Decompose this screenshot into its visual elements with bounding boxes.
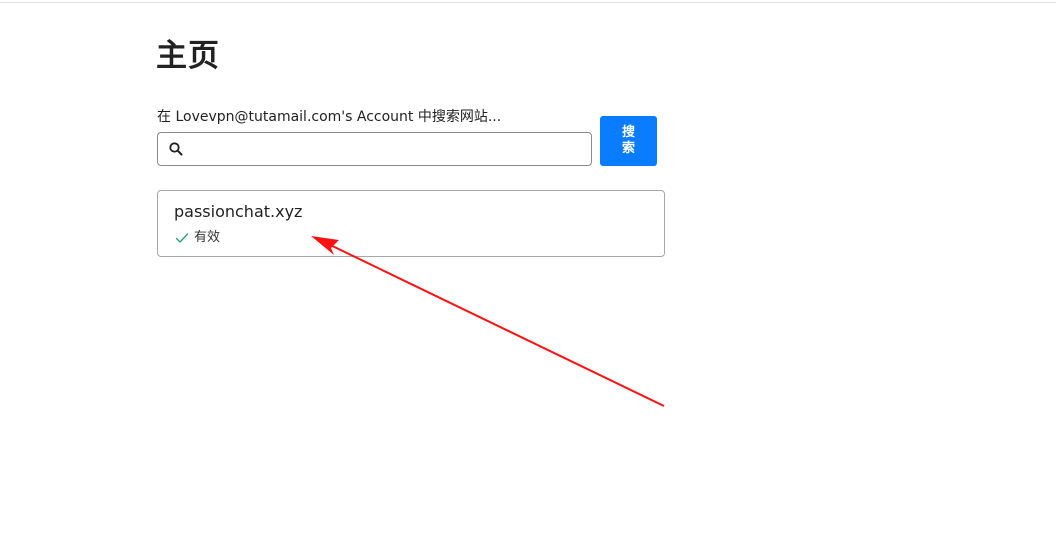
- status-text: 有效: [194, 230, 221, 245]
- search-field[interactable]: [157, 132, 592, 166]
- search-icon: [169, 142, 183, 156]
- domain-result-card[interactable]: passionchat.xyz 有效: [157, 190, 665, 257]
- search-label: 在 Lovevpn@tutamail.com's Account 中搜索网站..…: [157, 109, 502, 125]
- domain-name[interactable]: passionchat.xyz: [174, 201, 302, 223]
- status-badge: 有效: [175, 229, 220, 247]
- page-title: 主页: [156, 38, 220, 74]
- search-input[interactable]: [192, 137, 586, 163]
- annotation-arrow: [311, 236, 665, 407]
- search-button[interactable]: 搜索: [600, 116, 657, 166]
- check-icon: [175, 233, 189, 243]
- top-divider: [0, 2, 1056, 3]
